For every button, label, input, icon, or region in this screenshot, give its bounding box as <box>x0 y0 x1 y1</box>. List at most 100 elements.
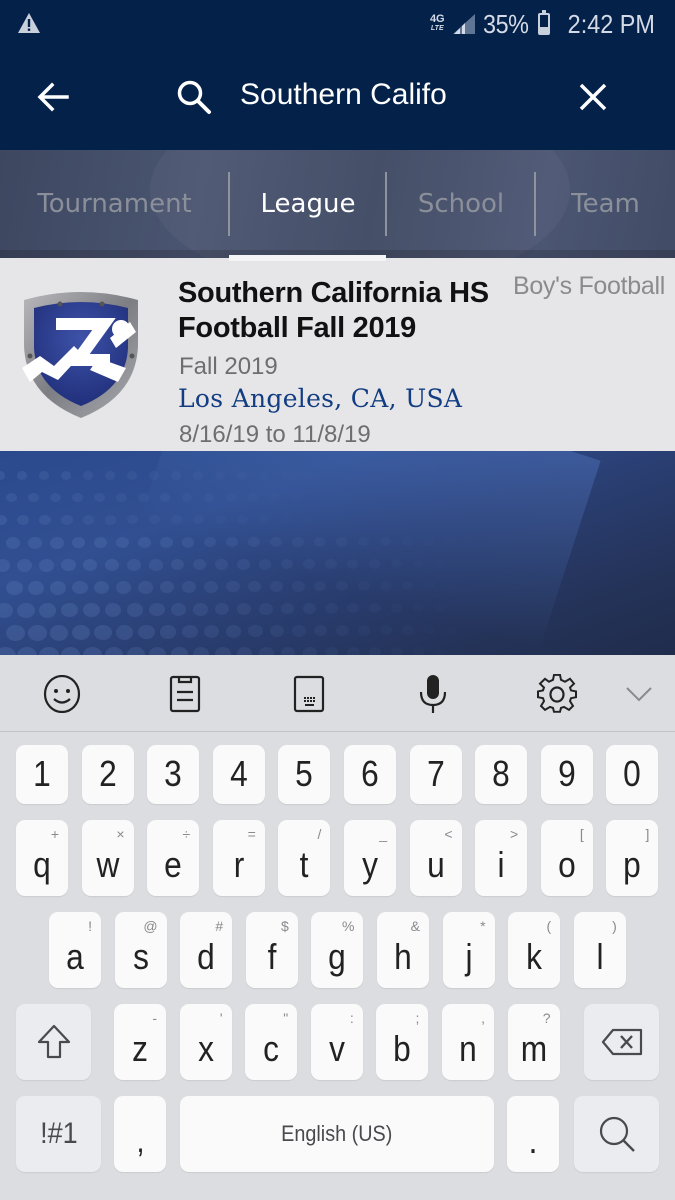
key-z[interactable]: -z <box>114 1004 166 1080</box>
backspace-key[interactable] <box>584 1004 659 1080</box>
key-label: j <box>465 936 473 977</box>
background-dot <box>6 581 23 596</box>
background-dot <box>83 559 98 572</box>
background-dot <box>369 559 381 569</box>
key-label: 5 <box>295 753 314 794</box>
key-m[interactable]: ? m <box>507 1004 560 1080</box>
key-b[interactable]: ; b <box>376 1004 429 1080</box>
key-i[interactable]: > i <box>475 820 528 896</box>
key-0[interactable]: 0 <box>606 745 659 804</box>
space-key[interactable]: English (US) <box>180 1096 494 1172</box>
shift-key[interactable] <box>16 1004 91 1080</box>
background-dot <box>50 581 66 595</box>
background-dot <box>149 471 159 480</box>
tab-school[interactable]: School <box>387 150 535 258</box>
result-title: Southern California HS Football Fall 201… <box>178 277 489 344</box>
background-dot <box>171 603 187 616</box>
background-dot <box>6 625 26 642</box>
key-o[interactable]: [o <box>540 820 593 896</box>
background-dot <box>160 625 177 639</box>
key-l[interactable]: ) l <box>573 912 626 988</box>
key-e[interactable]: ÷ e <box>147 820 200 896</box>
emoji-icon <box>43 675 81 713</box>
background-dot <box>303 471 313 480</box>
search-result-item[interactable]: Southern California HS Football Fall 201… <box>0 258 675 451</box>
background-dot <box>303 559 315 570</box>
tab-team[interactable]: Team <box>536 150 675 258</box>
background-sheen <box>139 451 601 651</box>
key-2[interactable]: 2 <box>81 745 134 804</box>
close-icon[interactable] <box>578 82 608 112</box>
key-h[interactable]: & h <box>377 912 429 988</box>
key-8[interactable]: 8 <box>475 745 528 804</box>
voice-input-button[interactable] <box>412 673 454 715</box>
key-p[interactable]: ] p <box>606 820 659 896</box>
background-dot <box>127 559 141 571</box>
key-6[interactable]: 6 <box>344 745 396 804</box>
key-5[interactable]: 5 <box>278 745 331 804</box>
background-dot <box>435 647 446 655</box>
background-dot <box>50 537 64 549</box>
search-input[interactable] <box>240 78 550 112</box>
background-dot <box>72 581 88 595</box>
background-dot <box>336 625 349 636</box>
background-dot <box>149 559 163 571</box>
background-dot <box>28 625 47 641</box>
key-s[interactable]: @ s <box>114 912 167 988</box>
search-key[interactable] <box>574 1096 659 1172</box>
key-alt-label: / <box>317 826 322 842</box>
key-c[interactable]: " c <box>245 1004 298 1080</box>
keyboard-mode-button[interactable] <box>288 673 330 715</box>
key-label: p <box>623 844 642 885</box>
key-1[interactable]: 1 <box>16 745 68 804</box>
key-v[interactable]: :v <box>310 1004 363 1080</box>
search-icon <box>599 1116 635 1152</box>
key-y[interactable]: _ y <box>344 820 396 896</box>
arrow-left-icon[interactable] <box>36 80 70 114</box>
tab-league[interactable]: League <box>230 150 386 258</box>
background-dot <box>105 515 117 525</box>
background-dot <box>358 625 371 636</box>
signal-strength-icon <box>452 14 475 34</box>
key-7[interactable]: 7 <box>409 745 462 804</box>
background-dot <box>116 581 132 594</box>
period-key[interactable]: . <box>507 1096 559 1172</box>
key-u[interactable]: < u <box>409 820 462 896</box>
key-k[interactable]: (k <box>508 912 561 988</box>
background-dot <box>435 559 446 568</box>
collapse-keyboard-button[interactable] <box>618 673 660 715</box>
key-w[interactable]: × w <box>81 820 134 896</box>
shift-arrow-icon <box>37 1024 70 1059</box>
background-dot <box>127 515 139 525</box>
key-g[interactable]: % g <box>311 912 364 988</box>
key-x[interactable]: ' x <box>179 1004 232 1080</box>
key-4[interactable]: 4 <box>212 745 265 804</box>
key-label: w <box>96 844 120 885</box>
background-dot <box>39 647 59 655</box>
key-r[interactable]: = r <box>212 820 265 896</box>
key-9[interactable]: 9 <box>540 745 593 804</box>
key-a[interactable]: ! a <box>49 912 101 988</box>
key-f[interactable]: $ f <box>245 912 298 988</box>
emoji-button[interactable] <box>41 673 83 715</box>
comma-key[interactable]: , <box>114 1096 166 1172</box>
clipboard-button[interactable] <box>164 673 206 715</box>
background-dot <box>248 537 260 548</box>
background-dot <box>182 625 198 639</box>
background-dot <box>193 471 203 480</box>
key-q[interactable]: + q <box>16 820 68 896</box>
clock: 2:42 PM <box>567 8 655 39</box>
key-alt-label: × <box>116 826 125 842</box>
key-t[interactable]: / t <box>278 820 331 896</box>
key-3[interactable]: 3 <box>147 745 200 804</box>
symbols-key[interactable]: !#1 <box>16 1096 101 1172</box>
background-dot <box>50 493 61 503</box>
tab-tournament[interactable]: Tournament <box>0 150 229 258</box>
key-j[interactable]: * j <box>442 912 495 988</box>
key-d[interactable]: # d <box>180 912 233 988</box>
network-type-indicator: 4G LTE <box>429 13 445 33</box>
keyboard-settings-button[interactable] <box>536 673 578 715</box>
key-n[interactable]: ,n <box>442 1004 494 1080</box>
background-dot <box>6 493 17 503</box>
background-dot <box>358 581 370 591</box>
